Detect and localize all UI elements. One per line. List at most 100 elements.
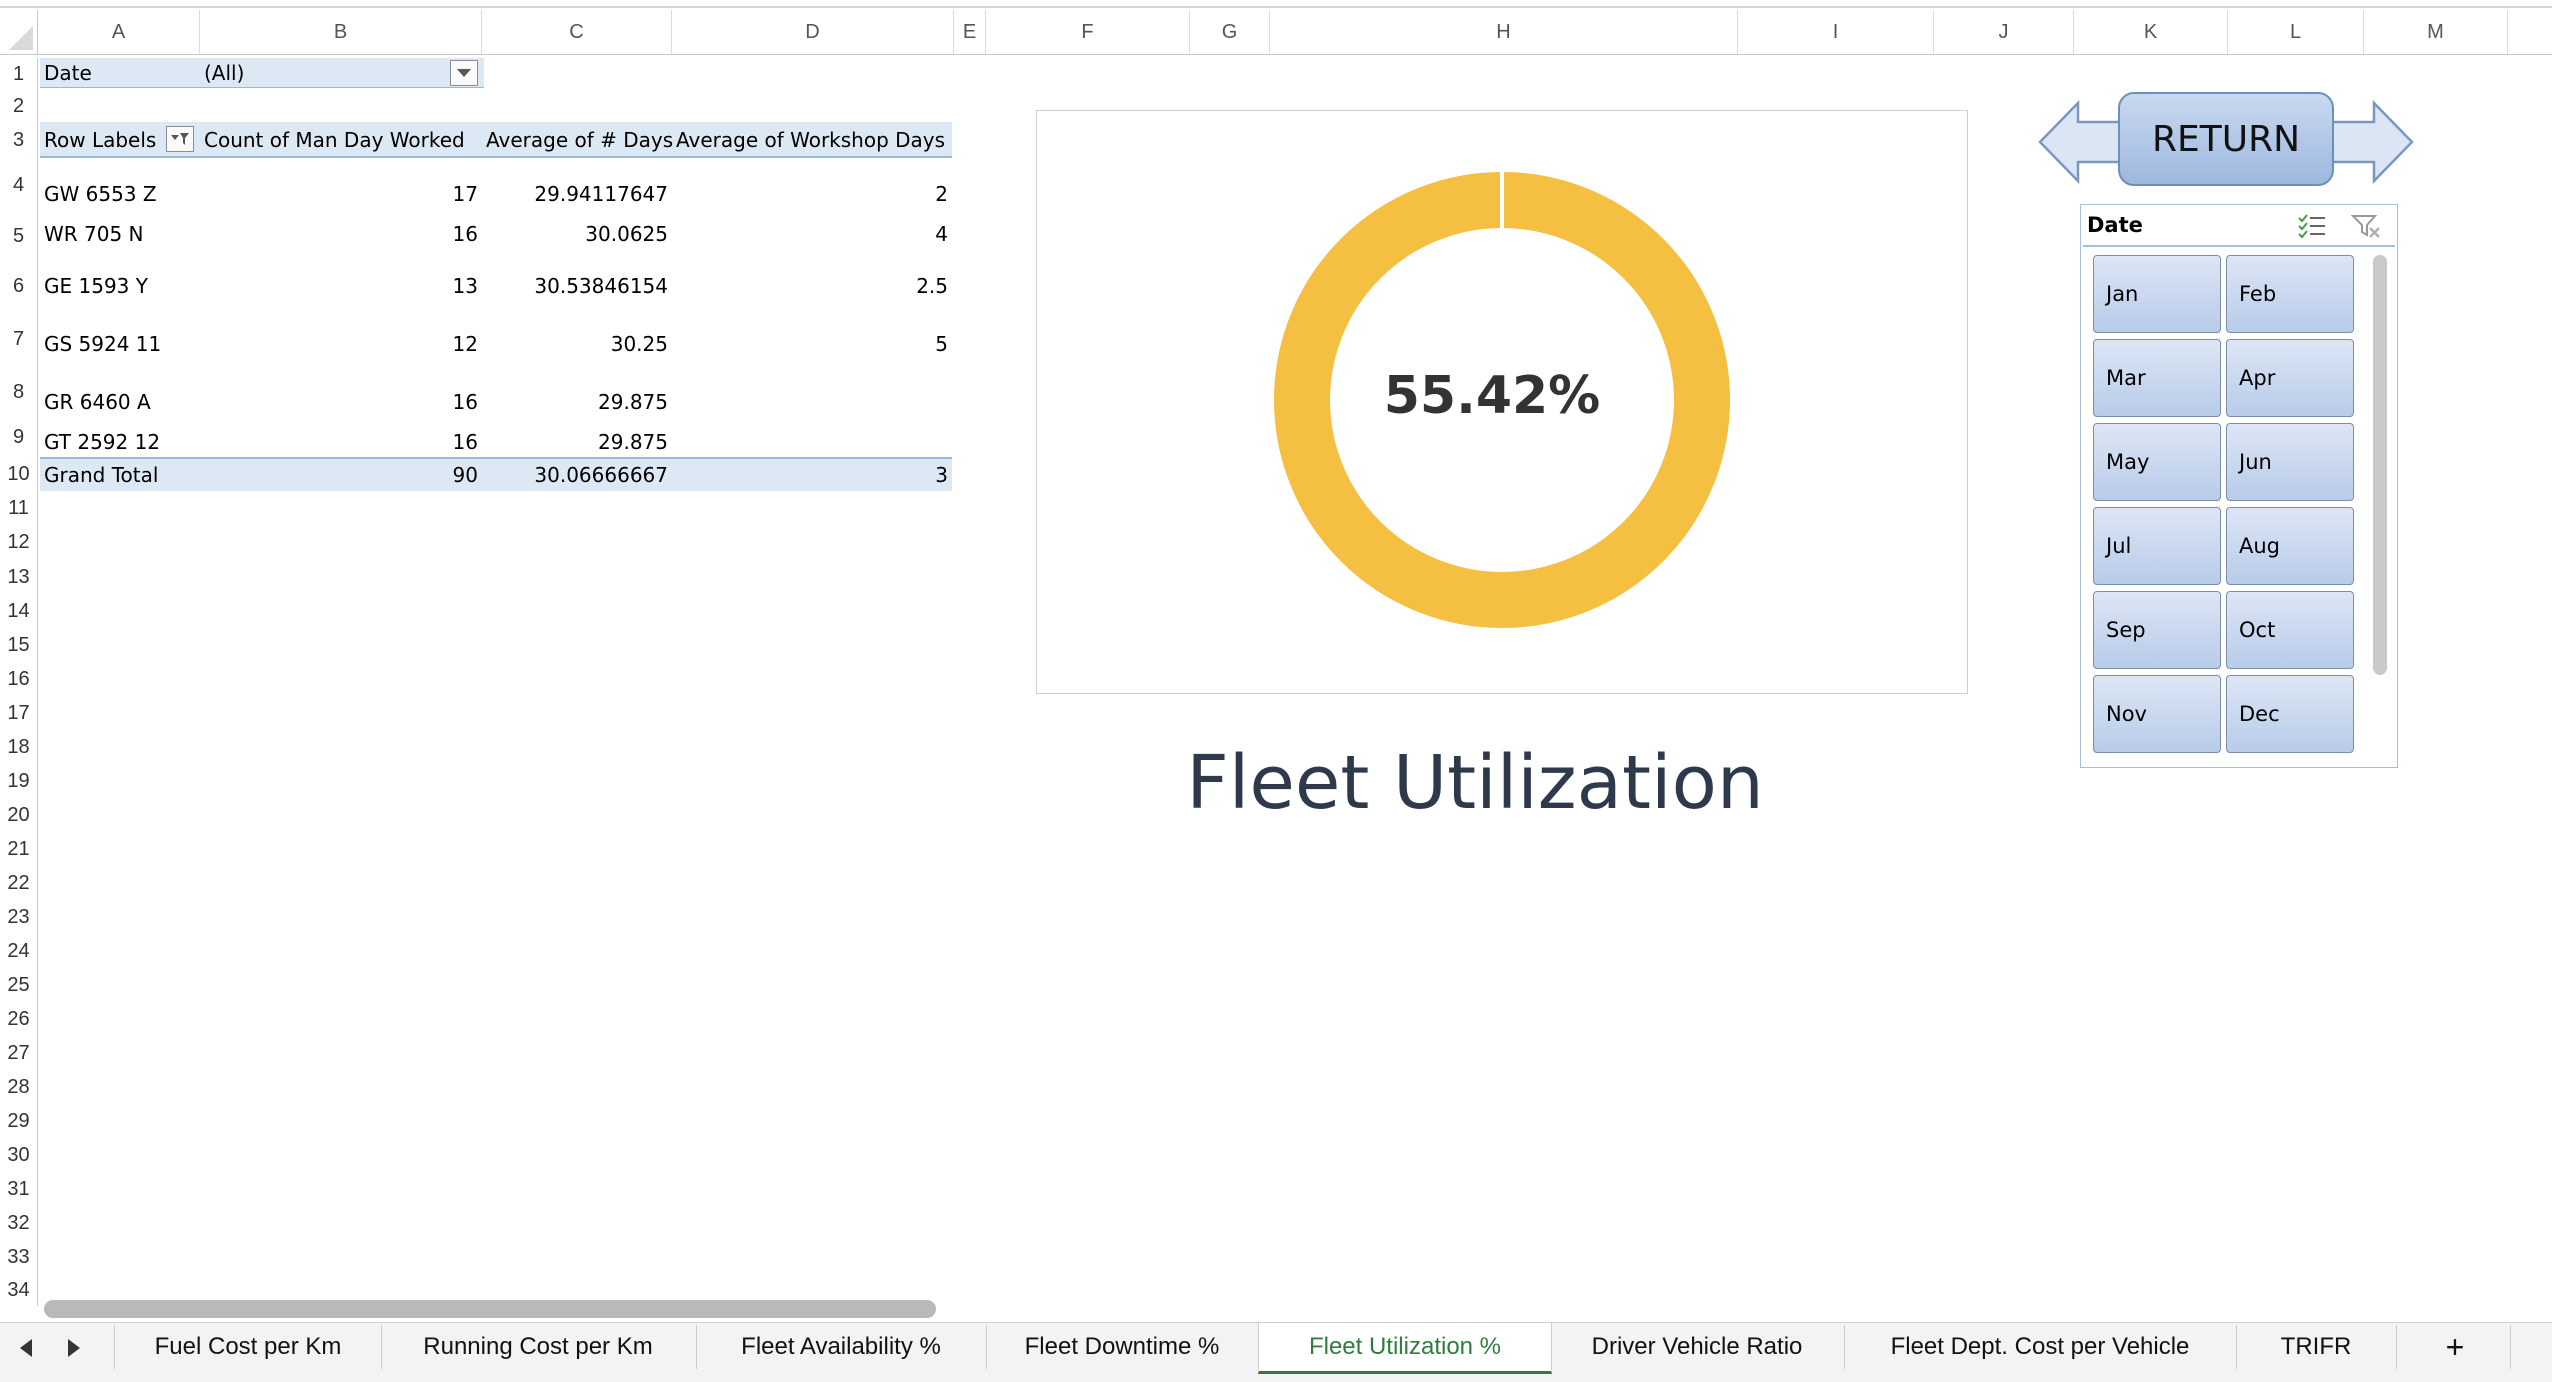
row-header[interactable]: 7 xyxy=(0,312,38,366)
pivot-row-label[interactable]: GE 1593 Y xyxy=(44,270,148,302)
row-header[interactable]: 34 xyxy=(0,1274,38,1306)
tab-fleet-utilization[interactable]: Fleet Utilization % xyxy=(1258,1323,1552,1374)
column-header-j[interactable]: J xyxy=(1934,10,2074,55)
pivot-row-avg-days[interactable]: 29.94117647 xyxy=(482,178,668,210)
row-header[interactable]: 24 xyxy=(0,934,38,968)
right-arrow-icon[interactable] xyxy=(2324,100,2414,184)
pivot-row-avg-days[interactable]: 30.0625 xyxy=(482,218,668,250)
row-header[interactable]: 18 xyxy=(0,730,38,764)
row-header[interactable]: 5 xyxy=(0,212,38,260)
column-header-b[interactable]: B xyxy=(200,10,482,55)
tab-running-cost-per-km[interactable]: Running Cost per Km xyxy=(380,1325,697,1369)
row-header[interactable]: 10 xyxy=(0,457,38,491)
pivot-row-count[interactable]: 16 xyxy=(200,426,478,458)
column-header-g[interactable]: G xyxy=(1190,10,1270,55)
row-header[interactable]: 17 xyxy=(0,696,38,730)
row-labels-filter-icon[interactable] xyxy=(166,126,194,152)
tab-fuel-cost-per-km[interactable]: Fuel Cost per Km xyxy=(114,1325,382,1369)
row-header[interactable]: 4 xyxy=(0,158,38,212)
pivot-row-label[interactable]: GS 5924 11 xyxy=(44,328,161,360)
pivot-row-avg-days[interactable]: 29.875 xyxy=(482,386,668,418)
pivot-row-count[interactable]: 12 xyxy=(200,328,478,360)
tab-driver-vehicle-ratio[interactable]: Driver Vehicle Ratio xyxy=(1550,1325,1845,1369)
row-header[interactable]: 20 xyxy=(0,798,38,832)
return-button[interactable]: RETURN xyxy=(2118,92,2334,186)
row-header[interactable]: 33 xyxy=(0,1240,38,1274)
pivot-row-count[interactable]: 16 xyxy=(200,386,478,418)
row-header[interactable]: 29 xyxy=(0,1104,38,1138)
slicer-scrollbar[interactable] xyxy=(2373,255,2387,675)
column-header-m[interactable]: M xyxy=(2364,10,2508,55)
slicer-item-jun[interactable]: Jun xyxy=(2226,423,2354,501)
tab-trifr[interactable]: TRIFR xyxy=(2236,1325,2397,1369)
pivot-row-avg-workshop[interactable]: 5 xyxy=(672,328,948,360)
row-header[interactable]: 3 xyxy=(0,122,38,158)
row-header[interactable]: 23 xyxy=(0,900,38,934)
prev-sheet-icon[interactable] xyxy=(16,1337,36,1359)
pivot-row-avg-days[interactable]: 30.53846154 xyxy=(482,270,668,302)
slicer-item-nov[interactable]: Nov xyxy=(2093,675,2221,753)
pivot-row-avg-workshop[interactable]: 2.5 xyxy=(672,270,948,302)
pivot-row-avg-workshop[interactable] xyxy=(672,386,948,418)
tab-fleet-dept-cost-per-vehicle[interactable]: Fleet Dept. Cost per Vehicle xyxy=(1844,1325,2237,1369)
pivot-row-count[interactable]: 16 xyxy=(200,218,478,250)
pivot-row-avg-workshop[interactable]: 2 xyxy=(672,178,948,210)
row-header[interactable]: 30 xyxy=(0,1138,38,1172)
date-slicer[interactable]: Date Jan Feb Mar Apr May Jun Jul Aug Sep… xyxy=(2080,204,2398,768)
row-header[interactable]: 9 xyxy=(0,418,38,457)
pivot-header-row-labels[interactable]: Row Labels xyxy=(44,122,156,158)
filter-dropdown-icon[interactable] xyxy=(450,60,478,86)
pivot-row-label[interactable]: WR 705 N xyxy=(44,218,144,250)
column-header-c[interactable]: C xyxy=(482,10,672,55)
slicer-item-may[interactable]: May xyxy=(2093,423,2221,501)
slicer-item-aug[interactable]: Aug xyxy=(2226,507,2354,585)
pivot-total-avg-workshop[interactable]: 3 xyxy=(672,459,948,491)
next-sheet-icon[interactable] xyxy=(64,1337,84,1359)
row-header[interactable]: 26 xyxy=(0,1002,38,1036)
slicer-item-jan[interactable]: Jan xyxy=(2093,255,2221,333)
row-header[interactable]: 27 xyxy=(0,1036,38,1070)
row-header[interactable]: 14 xyxy=(0,594,38,628)
row-header[interactable]: 22 xyxy=(0,866,38,900)
column-header-i[interactable]: I xyxy=(1738,10,1934,55)
column-header-h[interactable]: H xyxy=(1270,10,1738,55)
slicer-item-feb[interactable]: Feb xyxy=(2226,255,2354,333)
multi-select-icon[interactable] xyxy=(2297,213,2327,239)
left-arrow-icon[interactable] xyxy=(2038,100,2128,184)
pivot-row-label[interactable]: GT 2592 12 xyxy=(44,426,160,458)
column-header-n[interactable] xyxy=(2508,10,2552,55)
add-sheet-button[interactable]: + xyxy=(2400,1325,2511,1369)
row-header[interactable]: 2 xyxy=(0,90,38,122)
row-header[interactable]: 31 xyxy=(0,1172,38,1206)
slicer-item-sep[interactable]: Sep xyxy=(2093,591,2221,669)
slicer-item-dec[interactable]: Dec xyxy=(2226,675,2354,753)
slicer-item-apr[interactable]: Apr xyxy=(2226,339,2354,417)
pivot-total-avg-days[interactable]: 30.06666667 xyxy=(482,459,668,491)
slicer-item-oct[interactable]: Oct xyxy=(2226,591,2354,669)
row-header[interactable]: 15 xyxy=(0,628,38,662)
row-header[interactable]: 16 xyxy=(0,662,38,696)
select-all-corner[interactable] xyxy=(0,10,38,55)
column-header-a[interactable]: A xyxy=(38,10,200,55)
tab-fleet-downtime[interactable]: Fleet Downtime % xyxy=(986,1325,1259,1369)
pivot-row-count[interactable]: 13 xyxy=(200,270,478,302)
row-header[interactable]: 21 xyxy=(0,832,38,866)
pivot-row-label[interactable]: GW 6553 Z xyxy=(44,178,157,210)
slicer-item-mar[interactable]: Mar xyxy=(2093,339,2221,417)
tab-fleet-availability[interactable]: Fleet Availability % xyxy=(696,1325,987,1369)
row-header[interactable]: 13 xyxy=(0,560,38,594)
column-header-l[interactable]: L xyxy=(2228,10,2364,55)
pivot-row-count[interactable]: 17 xyxy=(200,178,478,210)
column-header-d[interactable]: D xyxy=(672,10,954,55)
column-header-f[interactable]: F xyxy=(986,10,1190,55)
pivot-row-avg-days[interactable]: 29.875 xyxy=(482,426,668,458)
clear-filter-icon[interactable] xyxy=(2351,213,2381,239)
row-header[interactable]: 32 xyxy=(0,1206,38,1240)
row-header[interactable]: 25 xyxy=(0,968,38,1002)
pivot-row-avg-days[interactable]: 30.25 xyxy=(482,328,668,360)
row-header[interactable]: 8 xyxy=(0,366,38,418)
row-header[interactable]: 11 xyxy=(0,491,38,525)
column-header-e[interactable]: E xyxy=(954,10,986,55)
pivot-total-count[interactable]: 90 xyxy=(200,459,478,491)
row-header[interactable]: 12 xyxy=(0,525,38,560)
